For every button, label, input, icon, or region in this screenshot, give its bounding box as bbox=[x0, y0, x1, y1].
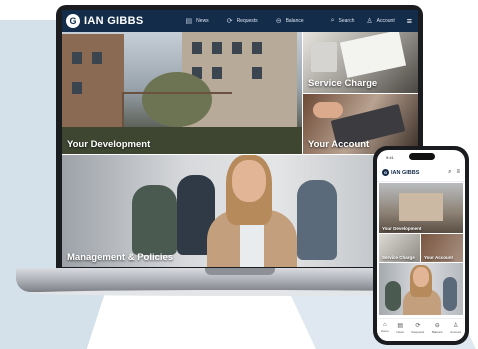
tile-label: Your Development bbox=[382, 226, 422, 231]
newspaper-icon: ▤ bbox=[185, 18, 193, 25]
nav-item-label: News bbox=[196, 18, 209, 24]
person-image bbox=[385, 281, 401, 311]
tab-home[interactable]: ⌂ Home bbox=[381, 319, 389, 341]
window bbox=[212, 42, 222, 54]
bottom-tab-bar: ⌂ Home ▤ News ⟳ Requests ⊖ Balance ♙ Acc… bbox=[377, 318, 465, 341]
nav-item-label: Balance bbox=[285, 18, 304, 24]
tab-label: Balance bbox=[431, 330, 443, 334]
phone-screen: 9:41 G IAN GIBBS ⌕ ≡ Your Development Se… bbox=[377, 150, 465, 341]
tile-label: Service Charge bbox=[308, 78, 378, 89]
tile-your-development[interactable]: Your Development bbox=[379, 183, 463, 233]
search-button[interactable]: ⌕ Search bbox=[331, 17, 355, 25]
nav-item-news[interactable]: ▤ News bbox=[186, 17, 209, 25]
search-label: Search bbox=[338, 18, 355, 24]
phone-header: G IAN GIBBS ⌕ ≡ bbox=[377, 164, 465, 182]
nav-item-balance[interactable]: ⊖ Balance bbox=[276, 17, 304, 25]
dynamic-island bbox=[409, 153, 435, 160]
person-image bbox=[132, 185, 177, 255]
laptop-screen: G IAN GIBBS ▤ News ⟳ Requests ⊖ Balance … bbox=[62, 10, 418, 267]
woman-image bbox=[413, 267, 429, 287]
window bbox=[192, 42, 202, 54]
tab-label: Account bbox=[450, 330, 462, 334]
status-time: 9:41 bbox=[386, 155, 394, 160]
account-label: Account bbox=[376, 18, 395, 24]
pergola-image bbox=[122, 92, 232, 132]
calculator-image bbox=[311, 42, 337, 72]
nav-item-label: Requests bbox=[236, 18, 258, 24]
tile-label: Your Account bbox=[308, 139, 370, 150]
tile-service-charge[interactable]: Service Charge bbox=[379, 234, 420, 262]
balance-icon: ⊖ bbox=[275, 18, 282, 25]
refresh-icon: ⟳ bbox=[226, 18, 233, 25]
status-bar: 9:41 bbox=[377, 150, 465, 164]
tile-your-account[interactable]: Your Account bbox=[303, 94, 418, 154]
tile-label: Your Account bbox=[424, 255, 453, 260]
person-image bbox=[443, 277, 457, 311]
tab-news[interactable]: ▤ News bbox=[396, 319, 404, 341]
nav-item-requests[interactable]: ⟳ Requests bbox=[227, 17, 258, 25]
woman-image bbox=[232, 160, 266, 202]
tab-label: Requests bbox=[411, 330, 425, 334]
nav-actions: ⌕ Search ♙ Account ≡ bbox=[331, 16, 412, 26]
user-icon: ♙ bbox=[366, 18, 373, 25]
search-icon[interactable]: ⌕ bbox=[448, 169, 451, 176]
tab-account[interactable]: ♙ Account bbox=[450, 319, 461, 341]
person-image bbox=[297, 180, 337, 260]
hamburger-menu-icon[interactable]: ≡ bbox=[407, 16, 412, 26]
nav-menu: ▤ News ⟳ Requests ⊖ Balance bbox=[186, 17, 322, 25]
tab-label: Home bbox=[380, 329, 389, 333]
balance-icon: ⊖ bbox=[434, 323, 440, 329]
window bbox=[72, 52, 82, 64]
logo-icon: G bbox=[66, 14, 80, 28]
window bbox=[252, 67, 262, 79]
user-icon: ♙ bbox=[453, 323, 459, 329]
tile-management-policies[interactable] bbox=[379, 263, 463, 315]
interior-image bbox=[399, 193, 443, 221]
tile-label: Your Development bbox=[67, 139, 151, 150]
tab-label: News bbox=[396, 330, 404, 334]
phone-header-actions: ⌕ ≡ bbox=[443, 169, 460, 176]
brand-name: IAN GIBBS bbox=[391, 169, 420, 176]
newspaper-icon: ▤ bbox=[397, 323, 404, 329]
brand-logo[interactable]: G IAN GIBBS bbox=[382, 169, 419, 176]
search-icon: ⌕ bbox=[330, 17, 335, 24]
hamburger-menu-icon[interactable]: ≡ bbox=[456, 169, 460, 176]
tab-requests[interactable]: ⟳ Requests bbox=[412, 319, 425, 341]
tab-balance[interactable]: ⊖ Balance bbox=[432, 319, 443, 341]
document-image bbox=[339, 32, 407, 78]
tile-management-policies[interactable]: Management & Policies bbox=[62, 155, 418, 267]
logo-icon: G bbox=[382, 169, 389, 176]
brand-logo[interactable]: G IAN GIBBS bbox=[66, 14, 144, 28]
window bbox=[92, 52, 102, 64]
window bbox=[232, 42, 242, 54]
window bbox=[72, 82, 82, 94]
window bbox=[252, 42, 262, 54]
account-button[interactable]: ♙ Account bbox=[366, 17, 394, 25]
tile-your-development[interactable]: Your Development bbox=[62, 32, 302, 154]
refresh-icon: ⟳ bbox=[415, 323, 421, 329]
tile-your-account[interactable]: Your Account bbox=[421, 234, 463, 262]
laptop-notch bbox=[205, 268, 275, 275]
tile-label: Management & Policies bbox=[67, 252, 174, 263]
window bbox=[212, 67, 222, 79]
hand-image bbox=[313, 102, 343, 118]
tile-service-charge[interactable]: Service Charge bbox=[303, 32, 418, 93]
top-navigation-bar: G IAN GIBBS ▤ News ⟳ Requests ⊖ Balance … bbox=[62, 10, 418, 32]
tile-label: Service Charge bbox=[382, 255, 415, 260]
home-icon: ⌂ bbox=[382, 322, 387, 328]
brand-name: IAN GIBBS bbox=[84, 15, 144, 27]
